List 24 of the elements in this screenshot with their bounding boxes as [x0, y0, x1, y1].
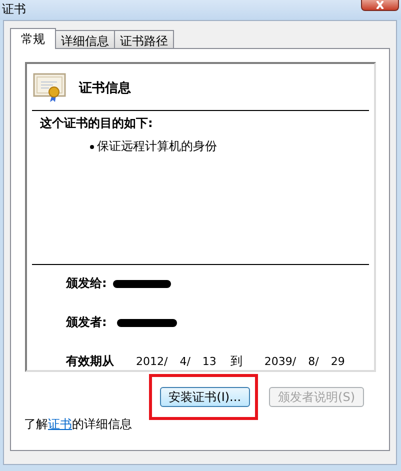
date-value: 29 [330, 355, 345, 368]
issued-to-label: 颁发给: [66, 275, 107, 292]
tab[interactable]: 证书路径 [114, 30, 174, 48]
to-label: 到 [230, 353, 242, 370]
purpose-text: 保证远程计算机的身份 [97, 138, 217, 155]
issued-by-label: 颁发者: [66, 314, 107, 331]
date-value: 2039/ [264, 355, 296, 368]
date-value: 2012/ [136, 355, 168, 368]
bullet-icon [90, 144, 94, 148]
close-button[interactable] [361, 0, 399, 11]
dialog-button[interactable]: 安装证书(I)... [160, 387, 250, 407]
certificate-heading: 证书信息 [79, 80, 131, 97]
purpose-title: 这个证书的目的如下: [39, 115, 154, 132]
date-value: 8/ [308, 355, 319, 368]
date-value: 13 [202, 355, 216, 368]
tab[interactable]: 常规 [10, 28, 56, 49]
info-text: 了解证书的详细信息 [24, 416, 133, 433]
validity-label: 有效期从 [66, 353, 114, 370]
date-value: 4/ [180, 355, 190, 368]
close-icon [374, 1, 386, 9]
certificate-link[interactable]: 证书 [48, 417, 72, 431]
certificate-icon [33, 73, 67, 103]
window-title: 证书 [1, 1, 26, 18]
tab[interactable]: 详细信息 [55, 30, 115, 48]
